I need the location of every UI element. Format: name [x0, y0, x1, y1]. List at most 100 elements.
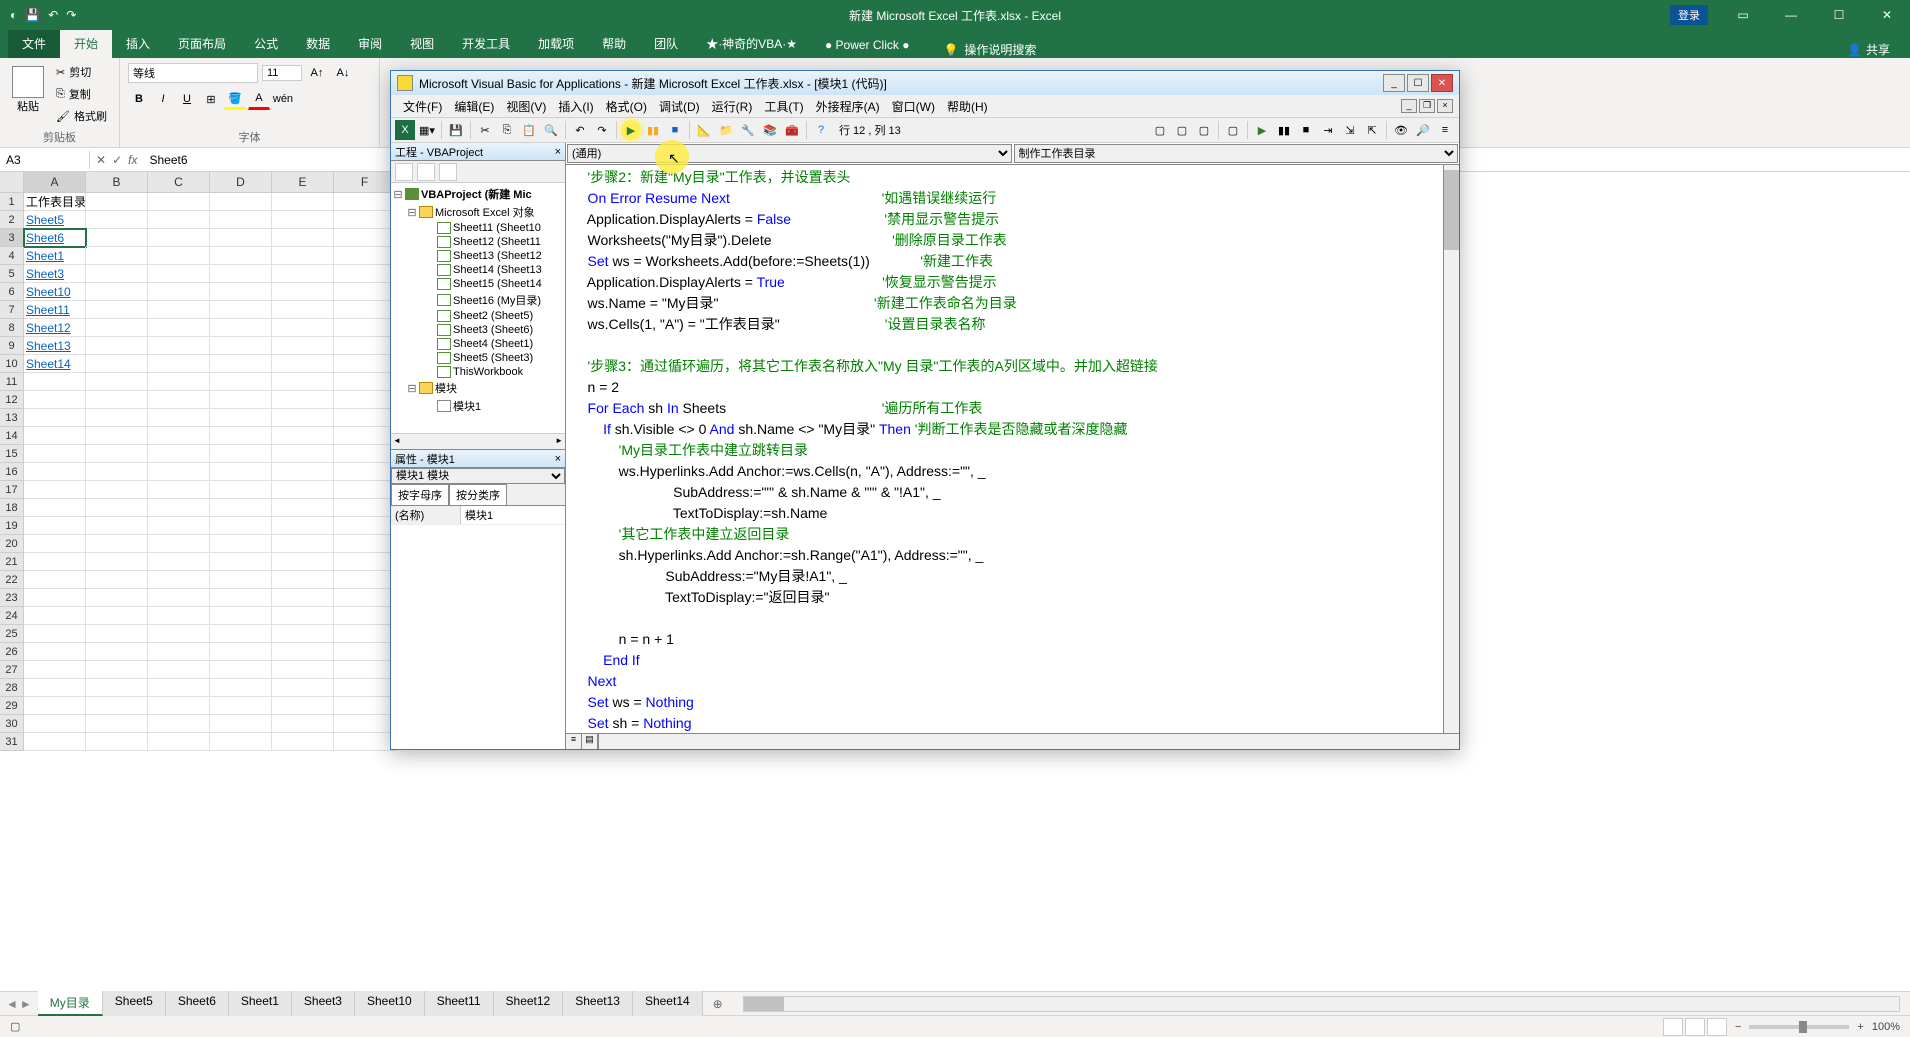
cancel-formula-icon[interactable]: ✕	[96, 153, 106, 167]
sheet-tab[interactable]: Sheet13	[563, 991, 633, 1016]
font-color-button[interactable]: A	[248, 88, 270, 110]
vba-help-icon[interactable]: ?	[811, 120, 831, 140]
cell[interactable]	[86, 571, 148, 589]
row-header[interactable]: 28	[0, 679, 24, 697]
cell[interactable]	[334, 247, 396, 265]
sheet-tab[interactable]: Sheet6	[166, 991, 229, 1016]
cell[interactable]	[86, 553, 148, 571]
row-header[interactable]: 3	[0, 229, 24, 247]
cell[interactable]	[334, 571, 396, 589]
cell[interactable]	[86, 229, 148, 247]
vba-callstack-icon[interactable]: ≡	[1435, 120, 1455, 140]
cell[interactable]	[24, 679, 86, 697]
props-tab-alpha[interactable]: 按字母序	[391, 484, 449, 505]
vba-excel-icon[interactable]: X	[395, 120, 415, 140]
row-header[interactable]: 29	[0, 697, 24, 715]
tab-layout[interactable]: 页面布局	[164, 29, 240, 58]
tree-node-sheet[interactable]: Sheet14 (Sheet13	[393, 263, 563, 277]
cell[interactable]	[86, 193, 148, 211]
cell[interactable]	[24, 409, 86, 427]
cell[interactable]	[86, 445, 148, 463]
font-name-select[interactable]: 等线	[128, 63, 258, 83]
row-header[interactable]: 17	[0, 481, 24, 499]
row-header[interactable]: 14	[0, 427, 24, 445]
cell[interactable]	[272, 409, 334, 427]
tell-me[interactable]: 💡 操作说明搜索	[943, 41, 1036, 58]
row-header[interactable]: 4	[0, 247, 24, 265]
cell[interactable]	[272, 697, 334, 715]
vba-step-icon[interactable]: ⇥	[1318, 120, 1338, 140]
cell[interactable]	[334, 499, 396, 517]
cell[interactable]	[210, 391, 272, 409]
cell[interactable]	[86, 607, 148, 625]
row-header[interactable]: 12	[0, 391, 24, 409]
cell[interactable]	[272, 193, 334, 211]
row-header[interactable]: 11	[0, 373, 24, 391]
cell[interactable]	[24, 589, 86, 607]
cell[interactable]	[86, 643, 148, 661]
vba-menu-item[interactable]: 视图(V)	[500, 96, 552, 117]
maximize-icon[interactable]: ☐	[1816, 0, 1862, 30]
vba-stepover-icon[interactable]: ⇲	[1340, 120, 1360, 140]
sheet-tab[interactable]: Sheet11	[425, 991, 494, 1016]
fill-color-button[interactable]: 🪣	[224, 88, 246, 110]
code-proc-select[interactable]: 制作工作表目录	[1014, 144, 1459, 163]
cell[interactable]	[272, 715, 334, 733]
cell[interactable]	[86, 589, 148, 607]
row-header[interactable]: 6	[0, 283, 24, 301]
tab-vba[interactable]: ★·神奇的VBA·★	[692, 29, 811, 58]
vba-tb2-1[interactable]: ▢	[1150, 120, 1170, 140]
cell[interactable]	[148, 229, 210, 247]
cell[interactable]	[86, 247, 148, 265]
fx-icon[interactable]: fx	[128, 153, 137, 167]
tab-nav-prev-icon[interactable]: ◄	[6, 997, 18, 1011]
cell[interactable]	[272, 319, 334, 337]
cell[interactable]	[210, 229, 272, 247]
cell[interactable]	[24, 481, 86, 499]
cell[interactable]	[148, 661, 210, 679]
name-box[interactable]: A3	[0, 151, 90, 169]
cell[interactable]	[148, 517, 210, 535]
cell[interactable]	[148, 283, 210, 301]
cell[interactable]: Sheet11	[24, 301, 86, 319]
row-header[interactable]: 20	[0, 535, 24, 553]
save-icon[interactable]: 💾	[25, 8, 40, 22]
cell[interactable]	[86, 661, 148, 679]
cell[interactable]	[148, 733, 210, 751]
vba-minimize-icon[interactable]: _	[1383, 74, 1405, 92]
toggle-folders-icon[interactable]	[439, 163, 457, 181]
vba-menu-item[interactable]: 文件(F)	[397, 96, 448, 117]
cell[interactable]	[148, 445, 210, 463]
tree-node-sheet[interactable]: Sheet16 (My目录)	[393, 291, 563, 309]
project-explorer-title[interactable]: 工程 - VBAProject ×	[391, 143, 565, 161]
cell[interactable]	[210, 355, 272, 373]
cell[interactable]	[86, 211, 148, 229]
cell[interactable]	[334, 229, 396, 247]
tree-node-sheet[interactable]: Sheet13 (Sheet12	[393, 249, 563, 263]
cell[interactable]	[148, 715, 210, 733]
vba-properties-icon[interactable]: 🔧	[738, 120, 758, 140]
vba-run2-icon[interactable]: ▶	[1252, 120, 1272, 140]
cell[interactable]	[148, 373, 210, 391]
cell[interactable]: Sheet12	[24, 319, 86, 337]
tree-hscroll[interactable]	[391, 433, 565, 449]
cell[interactable]	[148, 301, 210, 319]
code-hscroll[interactable]	[598, 734, 1459, 749]
vba-menu-item[interactable]: 外接程序(A)	[810, 96, 886, 117]
cell[interactable]	[272, 679, 334, 697]
cell[interactable]	[86, 427, 148, 445]
cell[interactable]	[334, 661, 396, 679]
cell[interactable]	[334, 301, 396, 319]
vba-menu-item[interactable]: 插入(I)	[552, 96, 599, 117]
cell[interactable]	[272, 427, 334, 445]
cell[interactable]	[148, 643, 210, 661]
cell[interactable]	[334, 265, 396, 283]
cell[interactable]	[272, 229, 334, 247]
tab-data[interactable]: 数据	[292, 29, 344, 58]
cell[interactable]	[334, 733, 396, 751]
tab-view[interactable]: 视图	[396, 29, 448, 58]
cell[interactable]	[272, 607, 334, 625]
cell[interactable]	[272, 391, 334, 409]
cell[interactable]	[272, 301, 334, 319]
cell[interactable]	[334, 391, 396, 409]
